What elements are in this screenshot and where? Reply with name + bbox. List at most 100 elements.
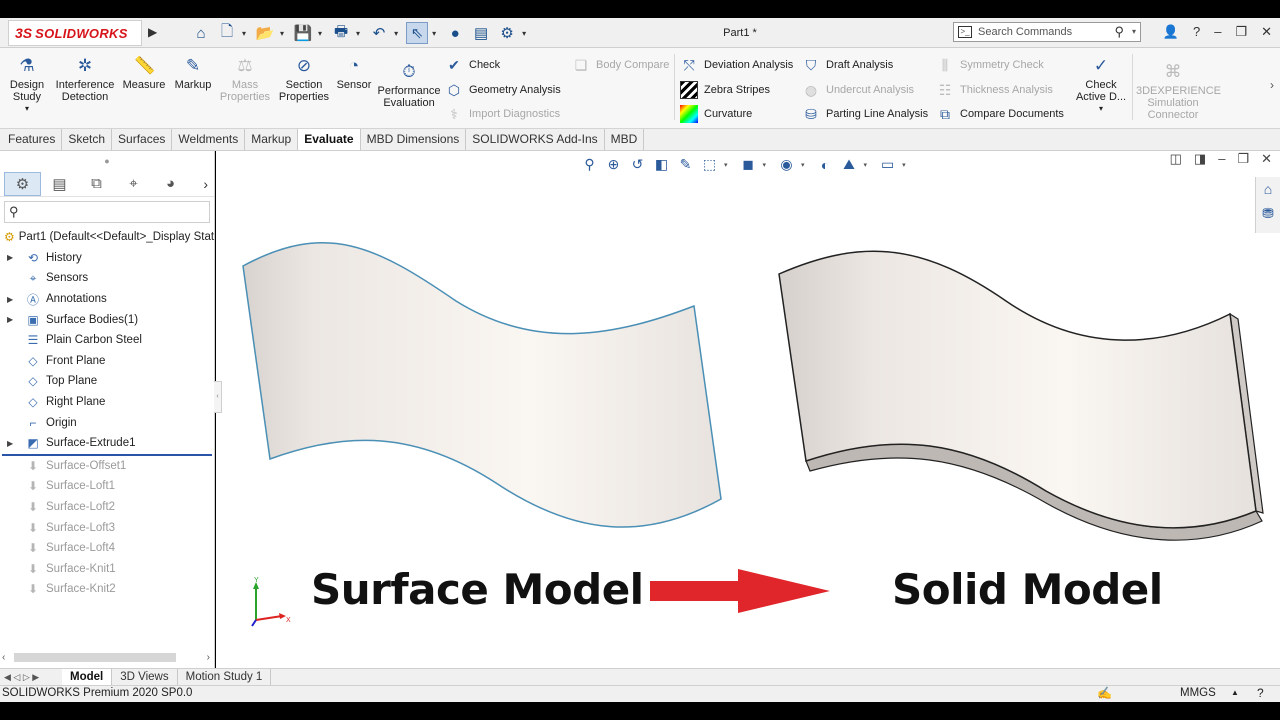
tree-horizontal-scrollbar[interactable]: ‹ › [0, 650, 214, 664]
tree-item-history[interactable]: ▶ ⟲ History [0, 248, 214, 269]
symmetry-check-button[interactable]: ⫼ Symmetry Check [936, 54, 1044, 76]
tree-item-label: Surface-Offset1 [46, 459, 127, 472]
bottom-tab-model[interactable]: Model [62, 669, 113, 685]
expand-arrow-icon[interactable]: ▶ [7, 295, 13, 304]
tree-filter[interactable]: ⚲ [4, 201, 210, 223]
chevron-right-icon[interactable]: › [203, 176, 208, 192]
tab-solidworks-add-ins[interactable]: SOLIDWORKS Add-Ins [466, 129, 605, 150]
deviation-analysis-label: Deviation Analysis [704, 59, 794, 71]
bottom-tab-motion-study-1[interactable]: Motion Study 1 [178, 669, 272, 685]
performance-evaluation-button[interactable]: ⏱ Performance Evaluation [376, 62, 442, 109]
compare-documents-label: Compare Documents [960, 108, 1064, 120]
check-button[interactable]: ✔ Check [445, 54, 500, 76]
ribbon-scroll-right-icon[interactable]: › [1270, 78, 1274, 92]
simulation-connector-button[interactable]: ⌘ 3DEXPERIENCE Simulation Connector [1136, 62, 1221, 121]
unit-system[interactable]: MMGS [1180, 687, 1216, 699]
configuration-manager-icon[interactable]: ⧉ [78, 172, 115, 196]
symmetry-check-label: Symmetry Check [960, 59, 1044, 71]
tab-navigation-arrows[interactable]: ◀ ◁ ▷ ▶ [0, 669, 62, 685]
expand-arrow-icon[interactable]: ▶ [7, 439, 13, 448]
tab-evaluate[interactable]: Evaluate [298, 129, 361, 150]
tab-mbd[interactable]: MBD [605, 129, 645, 150]
rebuild-status-icon[interactable]: ✍ [1097, 686, 1112, 700]
tree-item-surface-loft3[interactable]: ⬇ Surface-Loft3 [0, 517, 214, 538]
body-compare-button[interactable]: ❏ Body Compare [572, 54, 670, 76]
display-manager-icon[interactable]: ◕ [152, 172, 189, 196]
tree-node-icon: ⌐ [29, 415, 37, 430]
tab-surfaces[interactable]: Surfaces [112, 129, 173, 150]
section-properties-button[interactable]: ⊘ Section Properties [276, 56, 332, 103]
scroll-right-icon[interactable]: › [207, 652, 210, 663]
draft-analysis-button[interactable]: ⛉ Draft Analysis [802, 54, 894, 76]
bottom-tab-3d-views[interactable]: 3D Views [112, 669, 178, 685]
design-study-dropdown-icon[interactable]: ▾ [6, 103, 48, 115]
undercut-analysis-label: Undercut Analysis [826, 84, 915, 96]
tree-item-sensors[interactable]: ⌖ Sensors [0, 268, 214, 289]
expand-arrow-icon[interactable]: ▶ [7, 315, 13, 324]
restore-icon[interactable]: ❐ [1235, 24, 1247, 40]
tree-item-surface-loft1[interactable]: ⬇ Surface-Loft1 [0, 476, 214, 497]
tree-item-label: Surface-Loft1 [46, 480, 116, 493]
scroll-left-icon[interactable]: ‹ [2, 652, 5, 663]
interference-detection-label: Interference Detection [55, 79, 115, 103]
tree-item-annotations[interactable]: ▶ Ⓐ Annotations [0, 289, 214, 310]
expand-arrow-icon[interactable]: ▶ [7, 253, 13, 262]
ribbon-separator [674, 54, 675, 120]
tab-weldments[interactable]: Weldments [172, 129, 246, 150]
design-study-button[interactable]: ⚗ Design Study ▾ [6, 56, 48, 115]
tab-sketch[interactable]: Sketch [62, 129, 113, 150]
check-active-document-label: Check Active D... [1075, 79, 1127, 103]
check-active-dropdown-icon[interactable]: ▾ [1072, 103, 1130, 115]
dimxpert-manager-icon[interactable]: ⌖ [115, 172, 152, 196]
sensor-button[interactable]: ◔ Sensor [334, 56, 374, 91]
tree-item-right-plane[interactable]: ◇ Right Plane [0, 392, 214, 413]
part-root-node[interactable]: ⚙ Part1 (Default<<Default>_Display Stat [0, 227, 214, 248]
markup-button[interactable]: ✎ Markup [172, 56, 214, 91]
import-diagnostics-button[interactable]: ⚕ Import Diagnostics [445, 103, 560, 125]
search-icon[interactable]: ⚲ [1114, 24, 1124, 40]
measure-button[interactable]: 📏 Measure [122, 56, 166, 91]
panel-grip[interactable]: ● [0, 151, 214, 171]
user-icon[interactable]: 👤 [1163, 24, 1179, 40]
search-commands-input[interactable]: >_ Search Commands ⚲ ▾ [953, 22, 1141, 42]
help-icon[interactable]: ? [1193, 24, 1200, 40]
thickness-analysis-button[interactable]: ☷ Thickness Analysis [936, 79, 1053, 101]
tree-item-surface-knit1[interactable]: ⬇ Surface-Knit1 [0, 559, 214, 580]
model-tabs-bar: ◀ ◁ ▷ ▶ Model 3D Views Motion Study 1 [0, 668, 1280, 685]
interference-detection-button[interactable]: ✲ Interference Detection [54, 56, 116, 103]
zebra-stripes-button[interactable]: Zebra Stripes [680, 79, 770, 101]
undercut-analysis-button[interactable]: ◍ Undercut Analysis [802, 79, 914, 101]
compare-documents-icon: ⧉ [940, 106, 950, 122]
tree-item-top-plane[interactable]: ◇ Top Plane [0, 371, 214, 392]
tree-item-origin[interactable]: ⌐ Origin [0, 412, 214, 433]
tab-features[interactable]: Features [2, 129, 63, 150]
parting-line-analysis-button[interactable]: ⛁ Parting Line Analysis [802, 103, 928, 125]
compare-documents-button[interactable]: ⧉ Compare Documents [936, 103, 1064, 125]
feature-tree-icon[interactable]: ⚙ [4, 171, 41, 196]
help-icon[interactable]: ? [1257, 686, 1264, 700]
tree-item-surface-loft4[interactable]: ⬇ Surface-Loft4 [0, 538, 214, 559]
tree-item-surface-extrude1[interactable]: ▶ ◩ Surface-Extrude1 [0, 433, 214, 454]
check-active-document-button[interactable]: ✓ Check Active D... ▾ [1072, 56, 1130, 115]
property-manager-icon[interactable]: ▤ [41, 172, 78, 196]
tree-item-surface-offset1[interactable]: ⬇ Surface-Offset1 [0, 456, 214, 477]
mass-properties-button[interactable]: ⚖ Mass Properties [218, 56, 272, 103]
tab-mbd-dimensions[interactable]: MBD Dimensions [361, 129, 467, 150]
tree-item-surface-bodies-1[interactable]: ▶ ▣ Surface Bodies(1) [0, 309, 214, 330]
minimize-icon[interactable]: – [1214, 24, 1221, 40]
search-dropdown-icon[interactable]: ▾ [1132, 27, 1136, 36]
command-manager-ribbon: ⚗ Design Study ▾ ✲ Interference Detectio… [0, 48, 1280, 129]
scroll-thumb[interactable] [14, 653, 176, 662]
geometry-analysis-button[interactable]: ⬡ Geometry Analysis [445, 79, 561, 101]
tree-item-surface-knit2[interactable]: ⬇ Surface-Knit2 [0, 579, 214, 600]
curvature-button[interactable]: Curvature [680, 103, 752, 125]
graphics-area[interactable]: ‹ ⚲ ⊕ ↺ ◧ ✎ ⬚ ▾ ◼ ▾ ◉ ▾ ◐ ⛰ ▾ ▭ ▾ ◫ ◨ – ❐ ✕ ⌂… [214, 151, 1280, 668]
tree-item-front-plane[interactable]: ◇ Front Plane [0, 351, 214, 372]
deviation-analysis-button[interactable]: ⤲ Deviation Analysis [680, 54, 793, 76]
surface-model-body[interactable] [242, 242, 722, 528]
tree-item-plain-carbon-steel[interactable]: ☰ Plain Carbon Steel [0, 330, 214, 351]
tree-item-surface-loft2[interactable]: ⬇ Surface-Loft2 [0, 497, 214, 518]
unit-system-dropdown-icon[interactable]: ▲ [1231, 688, 1239, 697]
tab-markup[interactable]: Markup [245, 129, 299, 150]
close-icon[interactable]: ✕ [1261, 24, 1272, 40]
